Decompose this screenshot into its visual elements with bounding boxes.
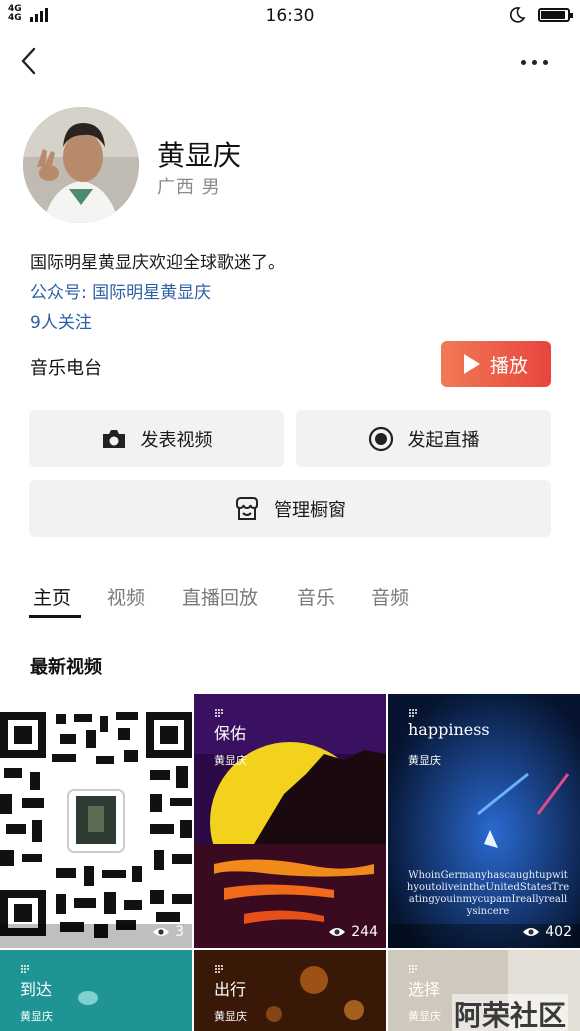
view-count-value: 402 [545,924,572,940]
tab-video[interactable]: 视频 [107,583,145,610]
video-author: 黄显庆 [214,1010,247,1023]
app-logo-icon [215,965,223,973]
more-button[interactable] [514,50,554,74]
profile-bio: 国际明星黄显庆欢迎全球歌迷了。 [30,253,285,273]
video-tile[interactable]: 出行 黄显庆 [194,950,386,1031]
more-icon [520,59,526,65]
view-count: 402 [522,924,572,940]
followers-link[interactable]: 9人关注 [30,308,92,333]
video-lyric: WhoinGermanyhascaughtupwithyoutoliveinth… [406,870,570,917]
post-video-button[interactable]: 发表视频 [29,410,284,467]
camera-icon [102,429,125,448]
tab-active-indicator [29,615,81,618]
status-time: 16:30 [265,6,315,26]
tab-live-replay[interactable]: 直播回放 [182,583,258,610]
tab-home[interactable]: 主页 [33,583,71,610]
live-record-icon [368,426,393,451]
status-bar: 4G 4G 16:30 [0,0,580,32]
video-tile[interactable]: 保佑 黄显庆 244 [194,694,386,948]
profile-tabs: 主页 视频 直播回放 音乐 音频 [0,583,580,623]
latest-videos-title: 最新视频 [30,657,102,678]
tab-audio[interactable]: 音频 [371,583,409,610]
view-count-value: 3 [175,924,184,940]
play-label: 播放 [489,354,528,377]
avatar-image [23,107,139,223]
profile-location-gender: 广西 男 [157,177,221,198]
video-author: 黄显庆 [214,754,247,767]
eye-icon [523,928,540,936]
video-title: happiness [408,720,490,739]
video-title: 到达 [20,980,53,999]
video-title: 出行 [214,980,247,999]
view-count: 244 [328,924,378,940]
shop-icon [236,496,258,520]
post-video-label: 发表视频 [140,429,213,451]
start-live-label: 发起直播 [407,429,480,451]
app-logo-icon [409,965,417,973]
manage-shop-label: 管理橱窗 [274,499,346,521]
back-icon [21,47,36,75]
battery-icon [538,8,573,22]
view-count: 3 [152,924,184,940]
manage-shop-button[interactable]: 管理橱窗 [29,480,551,537]
eye-icon [153,928,170,936]
eye-icon [329,928,346,936]
video-title: 选择 [408,980,441,999]
video-tile[interactable]: happiness 黄显庆 WhoinGermanyhascaughtupwit… [388,694,580,948]
video-author: 黄显庆 [408,1010,441,1023]
music-radio-label: 音乐电台 [30,358,102,379]
app-logo-icon [409,709,417,717]
video-author: 黄显庆 [408,754,441,767]
video-tile[interactable]: 3 [0,694,192,948]
video-tile[interactable]: 到达 黄显庆 [0,950,192,1031]
avatar[interactable] [23,107,139,223]
play-icon [463,354,480,374]
profile-name: 黄显庆 [157,139,242,172]
moon-icon [509,7,526,23]
app-logo-icon [215,709,223,717]
video-author: 黄显庆 [20,1010,53,1023]
view-count-value: 244 [351,924,378,940]
back-button[interactable] [14,44,44,78]
app-logo-icon [21,965,29,973]
qr-code-image [0,694,192,948]
video-title: 保佑 [214,724,247,743]
official-account-link[interactable]: 公众号: 国际明星黄显庆 [30,278,211,303]
tab-music[interactable]: 音乐 [297,583,335,610]
play-button[interactable]: 播放 [441,341,551,387]
start-live-button[interactable]: 发起直播 [296,410,551,467]
watermark: 阿荣社区 [452,994,569,1031]
